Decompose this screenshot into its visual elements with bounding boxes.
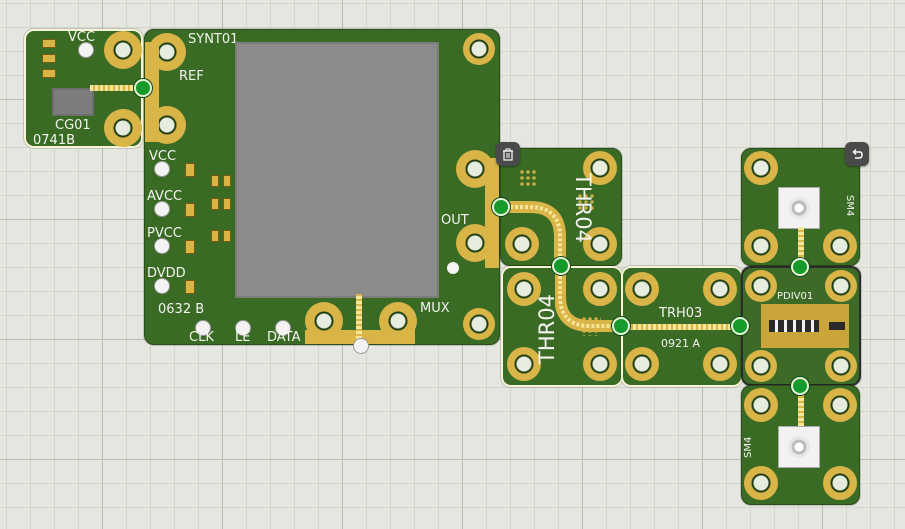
undo-button[interactable] [845,142,869,166]
connection-node-sm4-top[interactable] [791,258,809,276]
cg01-vcc-label: VCC [68,30,96,45]
trh03-name-label: TRH03 [659,306,703,321]
connection-node-out[interactable] [492,198,510,216]
connection-node-trh03-out[interactable] [731,317,749,335]
capacitor [223,175,231,187]
pad [823,466,857,500]
resistor [829,322,845,330]
board-sm4-top[interactable]: SM4 [741,148,860,266]
pad [823,229,857,263]
out-label: OUT [441,213,469,228]
trh03-code-label: 0921 A [661,337,701,350]
capacitor [185,203,195,217]
pad [463,308,495,340]
pad [456,150,494,188]
le-label: LE [235,330,251,345]
capacitor [211,230,219,242]
avcc-test-point [154,201,170,217]
pad [456,224,494,262]
pad [305,302,343,340]
synt01-name-label: SYNT01 [188,32,239,47]
cg01-code-label: 0741B [33,133,76,148]
trash-icon [503,148,513,161]
pad [379,302,417,340]
pad [104,109,142,147]
dvdd-label: DVDD [147,266,186,281]
pad [744,229,778,263]
mux-label: MUX [420,301,450,316]
pad [104,31,142,69]
board-pdiv01[interactable]: PDIV01 [741,266,861,386]
capacitor [42,54,56,63]
connection-node-thr04[interactable] [552,257,570,275]
capacitor [223,198,231,210]
thr04-top-name-label: THR04 [571,173,595,243]
mux-test-point [353,338,369,354]
capacitor [42,39,56,48]
synthesizer-chip [235,42,439,298]
pad [744,466,778,500]
cg01-chip [52,88,94,116]
vcc-test-point [154,161,170,177]
dvdd-test-point [154,278,170,294]
pad [825,270,857,302]
pin1-marker [447,262,459,274]
board-trh03[interactable]: TRH03 0921 A [621,266,743,387]
board-synt01[interactable]: SYNT01 REF VCC AVCC PVCC DVDD 0632 B CLK… [144,29,500,345]
pad [823,388,857,422]
capacitor [42,69,56,78]
pad [745,350,777,382]
pad [825,350,857,382]
pad [703,272,737,306]
data-label: DATA [267,330,301,345]
pad [583,347,617,381]
pdiv01-name-label: PDIV01 [777,291,814,302]
sma-connector-icon [778,187,820,229]
capacitor [185,280,195,294]
sma-connector-icon [778,426,820,468]
board-cg01[interactable]: VCC CG01 0741B [24,29,143,148]
resistor-array [769,320,819,332]
pad [744,151,778,185]
rf-trace [623,324,741,330]
mux-trace [356,294,362,344]
pad [625,272,659,306]
undo-icon [852,149,863,159]
pad [625,347,659,381]
capacitor [185,240,195,254]
board-sm4-bottom[interactable]: SM4 [741,385,860,505]
pad [745,270,777,302]
pad [744,388,778,422]
synt01-ref-label: REF [179,69,204,84]
capacitor [185,163,195,177]
cg01-name-label: CG01 [55,118,91,133]
sm4-top-name-label: SM4 [844,195,855,217]
delete-button[interactable] [496,142,520,166]
connection-node-ref[interactable] [134,79,152,97]
pad [703,347,737,381]
capacitor [211,175,219,187]
pvcc-test-point [154,238,170,254]
via-field [519,169,537,187]
capacitor [223,230,231,242]
connection-node-sm4-bottom[interactable] [791,377,809,395]
connection-node-trh03-in[interactable] [612,317,630,335]
synt01-code-label: 0632 B [158,302,205,317]
capacitor [211,198,219,210]
clk-label: CLK [189,330,214,345]
pad [463,33,495,65]
sm4-bottom-name-label: SM4 [743,436,754,458]
